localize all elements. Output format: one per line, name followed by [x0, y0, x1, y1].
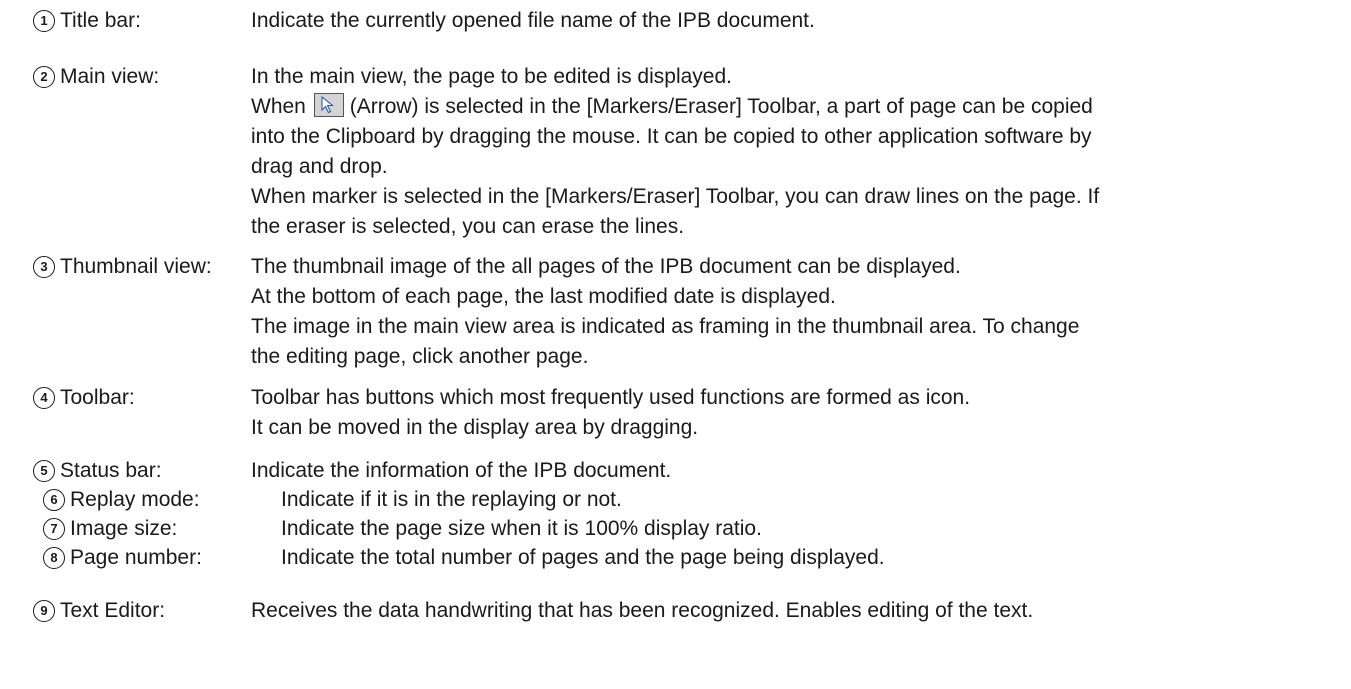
term-label: Thumbnail view:	[60, 255, 212, 278]
term-label: Page number:	[70, 546, 202, 569]
term-thumbnail-view: 3 Thumbnail view:	[33, 252, 212, 282]
number-badge: 8	[43, 547, 65, 569]
desc-line: The thumbnail image of the all pages of …	[251, 255, 961, 278]
desc-line: At the bottom of each page, the last mod…	[251, 285, 836, 308]
term-label: Title bar:	[60, 9, 141, 32]
desc-line: It can be moved in the display area by d…	[251, 416, 699, 439]
desc-thumbnail-view: The thumbnail image of the all pages of …	[251, 252, 1331, 372]
desc-line: Receives the data handwriting that has b…	[251, 599, 1034, 622]
number-badge: 4	[33, 387, 55, 409]
term-text-editor: 9 Text Editor:	[33, 596, 165, 626]
desc-line: The image in the main view area is indic…	[251, 315, 1080, 338]
desc-text-editor: Receives the data handwriting that has b…	[251, 596, 1331, 626]
desc-line: Toolbar has buttons which most frequentl…	[251, 386, 971, 409]
term-label: Replay mode:	[70, 488, 200, 511]
desc-line: Indicate the currently opened file name …	[251, 9, 815, 32]
desc-main-view: In the main view, the page to be edited …	[251, 62, 1331, 242]
term-page-number: 8 Page number:	[43, 543, 202, 573]
desc-image-size: Indicate the page size when it is 100% d…	[281, 514, 1351, 544]
term-label: Status bar:	[60, 459, 162, 482]
term-toolbar: 4 Toolbar:	[33, 383, 135, 413]
desc-line-with-icon: When (Arrow) is selected in the [Markers…	[251, 92, 1331, 122]
number-badge: 1	[33, 10, 55, 32]
desc-text: (Arrow) is selected in the [Markers/Eras…	[349, 95, 1093, 118]
term-replay-mode: 6 Replay mode:	[43, 485, 200, 515]
when-prefix: When	[251, 95, 306, 118]
desc-line: Indicate the page size when it is 100% d…	[281, 517, 762, 540]
desc-line: into the Clipboard by dragging the mouse…	[251, 125, 1092, 148]
number-badge: 7	[43, 518, 65, 540]
term-image-size: 7 Image size:	[43, 514, 177, 544]
desc-line: drag and drop.	[251, 155, 388, 178]
term-label: Toolbar:	[60, 386, 135, 409]
arrow-tool-icon	[313, 93, 344, 117]
desc-status-bar: Indicate the information of the IPB docu…	[251, 456, 1331, 486]
term-label: Image size:	[70, 517, 178, 540]
desc-line: the editing page, click another page.	[251, 345, 589, 368]
desc-line: Indicate the total number of pages and t…	[281, 546, 885, 569]
desc-page-number: Indicate the total number of pages and t…	[281, 543, 1351, 573]
term-title-bar: 1 Title bar:	[33, 6, 141, 36]
desc-line: When marker is selected in the [Markers/…	[251, 185, 1100, 208]
desc-title-bar: Indicate the currently opened file name …	[251, 6, 1331, 36]
term-label: Main view:	[60, 65, 160, 88]
desc-line: Indicate the information of the IPB docu…	[251, 459, 672, 482]
desc-toolbar: Toolbar has buttons which most frequentl…	[251, 383, 1331, 443]
term-main-view: 2 Main view:	[33, 62, 159, 92]
number-badge: 9	[33, 600, 55, 622]
number-badge: 6	[43, 489, 65, 511]
term-label: Text Editor:	[60, 599, 166, 622]
desc-line: Indicate if it is in the replaying or no…	[281, 488, 622, 511]
desc-line: In the main view, the page to be edited …	[251, 65, 732, 88]
desc-replay-mode: Indicate if it is in the replaying or no…	[281, 485, 1351, 515]
term-status-bar: 5 Status bar:	[33, 456, 162, 486]
number-badge: 3	[33, 256, 55, 278]
number-badge: 5	[33, 460, 55, 482]
number-badge: 2	[33, 66, 55, 88]
desc-line: the eraser is selected, you can erase th…	[251, 215, 685, 238]
